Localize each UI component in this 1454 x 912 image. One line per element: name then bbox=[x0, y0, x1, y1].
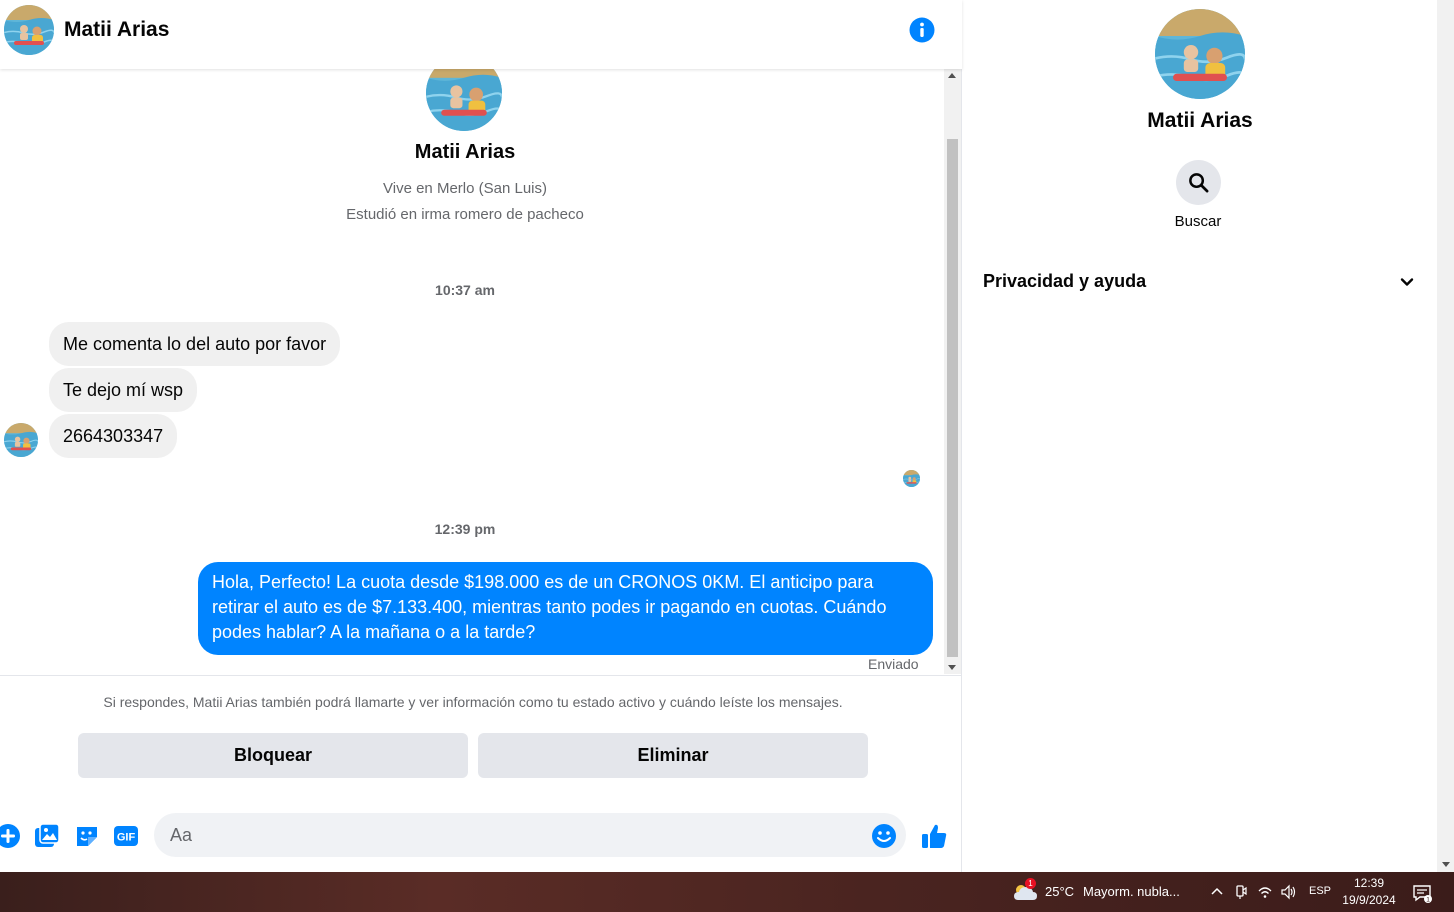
conversation-info-panel: Matii Arias Buscar Privacidad y ayuda bbox=[963, 0, 1437, 872]
weather-temperature[interactable]: 25°C bbox=[1045, 884, 1074, 899]
side-avatar[interactable] bbox=[1155, 9, 1245, 99]
outgoing-message[interactable]: Hola, Perfecto! La cuota desde $198.000 … bbox=[198, 562, 933, 655]
weather-badge: 1 bbox=[1025, 878, 1036, 889]
scroll-down-icon[interactable] bbox=[948, 665, 956, 670]
chat-panel: Matii Arias Matii Arias Vive en Merlo (S… bbox=[0, 0, 962, 872]
scrollbar-thumb[interactable] bbox=[947, 139, 958, 657]
seen-indicator-avatar bbox=[903, 470, 920, 487]
plus-icon[interactable] bbox=[0, 823, 21, 849]
message-list[interactable]: Matii Arias Vive en Merlo (San Luis) Est… bbox=[0, 69, 944, 674]
notification-count: 1 bbox=[1426, 897, 1430, 904]
chevron-down-icon[interactable] bbox=[1397, 272, 1417, 292]
sticker-icon[interactable] bbox=[74, 823, 100, 849]
incoming-message[interactable]: Te dejo mí wsp bbox=[49, 368, 198, 412]
clock-time[interactable]: 12:39 bbox=[1342, 876, 1396, 890]
chat-footer: Si respondes, Matii Arias también podrá … bbox=[0, 675, 962, 872]
gif-icon[interactable]: GIF bbox=[113, 823, 139, 849]
chevron-up-icon[interactable] bbox=[1209, 884, 1225, 900]
search-in-conversation-button[interactable] bbox=[1176, 160, 1221, 205]
profile-avatar[interactable] bbox=[426, 69, 502, 131]
privacy-help-section[interactable]: Privacidad y ayuda bbox=[963, 258, 1437, 304]
meet-now-icon[interactable] bbox=[1233, 884, 1249, 900]
scroll-down-icon[interactable] bbox=[1442, 862, 1450, 867]
clock-date[interactable]: 19/9/2024 bbox=[1340, 893, 1398, 907]
sent-status: Enviado bbox=[868, 656, 919, 672]
message-scrollbar[interactable] bbox=[944, 69, 961, 674]
gif-icon-label: GIF bbox=[117, 832, 136, 844]
search-icon bbox=[1189, 173, 1209, 193]
message-timestamp: 10:37 am bbox=[435, 282, 495, 298]
message-input[interactable] bbox=[154, 813, 906, 857]
message-timestamp: 12:39 pm bbox=[434, 521, 496, 537]
block-button[interactable]: Bloquear bbox=[78, 733, 468, 778]
delete-button[interactable]: Eliminar bbox=[478, 733, 868, 778]
incoming-message[interactable]: 2664303347 bbox=[49, 414, 178, 458]
volume-icon[interactable] bbox=[1280, 884, 1296, 900]
emoji-icon[interactable] bbox=[871, 823, 897, 849]
request-notice: Si respondes, Matii Arias también podrá … bbox=[103, 694, 843, 710]
profile-location: Vive en Merlo (San Luis) bbox=[383, 180, 547, 197]
messenger-window: Matii Arias Matii Arias Vive en Merlo (S… bbox=[0, 0, 1454, 872]
windows-taskbar: 1 25°C Mayorm. nubla... ESP 12:39 19/9/2… bbox=[0, 872, 1454, 912]
image-icon[interactable] bbox=[34, 823, 60, 849]
sender-avatar[interactable] bbox=[4, 423, 38, 457]
incoming-message[interactable]: Me comenta lo del auto por favor bbox=[49, 322, 341, 366]
info-icon[interactable] bbox=[909, 17, 935, 43]
input-language-indicator[interactable]: ESP bbox=[1309, 885, 1331, 897]
notification-center-icon[interactable]: 1 bbox=[1412, 883, 1432, 903]
page-scrollbar[interactable] bbox=[1437, 0, 1454, 872]
like-icon[interactable] bbox=[920, 822, 948, 850]
weather-description[interactable]: Mayorm. nubla... bbox=[1083, 884, 1180, 899]
side-contact-name[interactable]: Matii Arias bbox=[963, 109, 1437, 133]
profile-name: Matii Arias bbox=[414, 141, 516, 163]
header-avatar[interactable] bbox=[4, 5, 54, 55]
profile-education: Estudió en irma romero de pacheco bbox=[346, 206, 584, 223]
scroll-up-icon[interactable] bbox=[948, 73, 956, 78]
chat-header: Matii Arias bbox=[0, 0, 962, 69]
privacy-help-label: Privacidad y ayuda bbox=[983, 271, 1147, 291]
header-contact-name[interactable]: Matii Arias bbox=[64, 18, 169, 42]
wifi-icon[interactable] bbox=[1257, 884, 1273, 900]
search-label: Buscar bbox=[1174, 213, 1222, 230]
